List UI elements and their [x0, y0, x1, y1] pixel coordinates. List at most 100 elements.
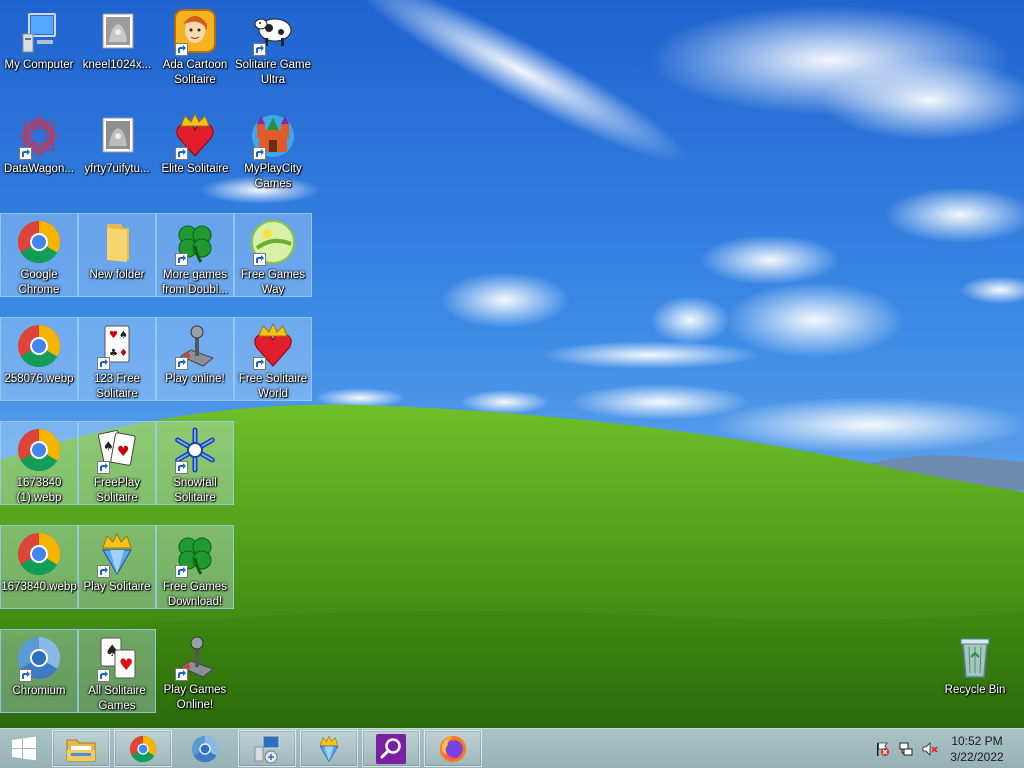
- windows-logo-icon: [11, 736, 37, 762]
- desktop-icon-label: MyPlayCity Games: [244, 163, 302, 190]
- desktop-icon-free-games-download[interactable]: Free Games Download!: [156, 525, 234, 609]
- desktop-icon-label: kneel1024x...: [82, 59, 152, 71]
- chrome-icon: [15, 426, 63, 474]
- chrome-icon: [15, 218, 63, 266]
- chrome-icon: [15, 322, 63, 370]
- desktop-icon-ada-cartoon-solitaire[interactable]: Ada Cartoon Solitaire: [156, 4, 234, 88]
- shortcut-arrow-icon: [97, 565, 110, 578]
- image-file-icon: [93, 8, 141, 56]
- taskbar-chromium-button[interactable]: [176, 730, 234, 767]
- desktop-icon-label: Free Solitaire World: [238, 373, 308, 400]
- shortcut-arrow-icon: [175, 565, 188, 578]
- desktop-icon-more-games-doubl[interactable]: More games from Doubl...: [156, 213, 234, 297]
- desktop-icon-label: Chromium: [12, 685, 66, 697]
- shortcut-arrow-icon: [175, 253, 188, 266]
- crown-diamond-icon: [93, 530, 141, 578]
- taskbar-play-solitaire-button[interactable]: [300, 730, 358, 767]
- shortcut-arrow-icon: [253, 147, 266, 160]
- desktop-icon-label: 258076.webp: [4, 373, 74, 385]
- shortcut-arrow-icon: [175, 461, 188, 474]
- desktop-icon-label: Solitaire Game Ultra: [234, 59, 312, 86]
- clock-date: 3/22/2022: [950, 750, 1004, 764]
- snowflake-icon: [171, 426, 219, 474]
- svg-text:♣: ♣: [109, 348, 118, 359]
- taskbar-search-app-button[interactable]: [362, 730, 420, 767]
- desktop-icon-free-solitaire-world[interactable]: Free Solitaire World: [234, 317, 312, 401]
- desktop-icon-label: yfrty7uifytu...: [84, 163, 150, 175]
- desktop-icon-label: 123 Free Solitaire: [93, 373, 141, 400]
- clover-icon: [171, 218, 219, 266]
- svg-text:♥: ♥: [117, 444, 130, 460]
- taskbar-network-app-button[interactable]: [238, 730, 296, 767]
- crown-heart-icon: [171, 112, 219, 160]
- clover-icon: [171, 530, 219, 578]
- ada-cartoon-icon: [171, 8, 219, 56]
- image-file-icon: [93, 112, 141, 160]
- desktop-icon-google-chrome[interactable]: Google Chrome: [0, 213, 78, 297]
- taskbar-chrome-button[interactable]: [114, 730, 172, 767]
- shortcut-arrow-icon: [253, 357, 266, 370]
- svg-text:♥: ♥: [119, 655, 133, 674]
- svg-text:♠: ♠: [103, 439, 114, 453]
- desktop-icon-label: More games from Doubl...: [162, 269, 228, 296]
- shortcut-arrow-icon: [19, 147, 32, 160]
- desktop-icon-label: Google Chrome: [18, 269, 60, 296]
- playing-cards-icon: ♥ ♠: [93, 426, 141, 474]
- joystick-icon: [171, 633, 219, 681]
- start-button[interactable]: [0, 730, 48, 767]
- desktop-icon-chromium[interactable]: Chromium: [0, 629, 78, 713]
- shortcut-arrow-icon: [175, 668, 188, 681]
- free-games-way-icon: [249, 218, 297, 266]
- svg-text:♥: ♥: [109, 330, 118, 341]
- desktop-icon-play-games-online[interactable]: Play Games Online!: [156, 629, 234, 713]
- taskbar-clock[interactable]: 10:52 PM 3/22/2022: [942, 733, 1012, 765]
- desktop-icon-myplaycity-games[interactable]: MyPlayCity Games: [234, 108, 312, 192]
- desktop-icon-recycle-bin[interactable]: Recycle Bin: [936, 629, 1014, 713]
- desktop-icon-label: Play Solitaire: [83, 581, 151, 593]
- desktop-icon-label: 1673840.webp: [1, 581, 77, 593]
- taskbar-file-explorer-button[interactable]: [52, 730, 110, 767]
- desktop-icon-label: All Solitaire Games: [88, 685, 146, 712]
- desktop-icon-freeplay-solitaire[interactable]: ♥ ♠ FreePlay Solitaire: [78, 421, 156, 505]
- shortcut-arrow-icon: [97, 669, 110, 682]
- desktop-icon-label: Play Games Online!: [163, 684, 227, 711]
- desktop-icon-solitaire-game-ultra[interactable]: Solitaire Game Ultra: [234, 4, 312, 88]
- shortcut-arrow-icon: [19, 669, 32, 682]
- svg-text:♠: ♠: [119, 330, 128, 341]
- volume-muted-icon[interactable]: [922, 741, 938, 757]
- desktop-icon-play-solitaire[interactable]: Play Solitaire: [78, 525, 156, 609]
- shortcut-arrow-icon: [175, 357, 188, 370]
- chrome-icon: [128, 734, 158, 764]
- taskbar-firefox-button[interactable]: [424, 730, 482, 767]
- desktop-icon-258076-webp[interactable]: 258076.webp: [0, 317, 78, 401]
- crown-heart-icon: [249, 322, 297, 370]
- folder-icon: [93, 218, 141, 266]
- shortcut-arrow-icon: [253, 253, 266, 266]
- desktop-icon-free-games-way[interactable]: Free Games Way: [234, 213, 312, 297]
- desktop-icon-1673840-webp[interactable]: 1673840.webp: [0, 525, 78, 609]
- action-center-flag-icon[interactable]: [874, 741, 890, 757]
- desktop-icon-play-online[interactable]: Play online!: [156, 317, 234, 401]
- desktop-icon-datawagon[interactable]: DataWagon...: [0, 108, 78, 192]
- desktop-icon-kneel-image[interactable]: kneel1024x...: [78, 4, 156, 88]
- desktop-icon-my-computer[interactable]: My Computer: [0, 4, 78, 88]
- taskbar: 10:52 PM 3/22/2022: [0, 728, 1024, 768]
- network-icon[interactable]: [898, 741, 914, 757]
- desktop-icon-all-solitaire-games[interactable]: ♠ ♥ All Solitaire Games: [78, 629, 156, 713]
- desktop-icon-elite-solitaire[interactable]: Elite Solitaire: [156, 108, 234, 192]
- desktop-icon-label: Play online!: [165, 373, 225, 385]
- desktop-icon-label: New folder: [89, 269, 145, 281]
- cow-icon: [249, 8, 297, 56]
- castle-icon: [249, 112, 297, 160]
- desktop-icon-123-free-solitaire[interactable]: ♥ ♠ ♣ ♦ 123 Free Solitaire: [78, 317, 156, 401]
- desktop: My Computer kneel1024x... Ada Cartoon So…: [0, 0, 1024, 728]
- shortcut-arrow-icon: [97, 461, 110, 474]
- desktop-icon-yfrty-image[interactable]: yfrty7uifytu...: [78, 108, 156, 192]
- shortcut-arrow-icon: [97, 357, 110, 370]
- desktop-icon-new-folder[interactable]: New folder: [78, 213, 156, 297]
- desktop-icon-label: Recycle Bin: [944, 684, 1006, 696]
- network-computer-icon: [251, 733, 283, 765]
- cards-icon: ♥ ♠ ♣ ♦: [93, 322, 141, 370]
- desktop-icon-1673840-1-webp[interactable]: 1673840 (1).webp: [0, 421, 78, 505]
- desktop-icon-snowfall-solitaire[interactable]: Snowfall Solitaire: [156, 421, 234, 505]
